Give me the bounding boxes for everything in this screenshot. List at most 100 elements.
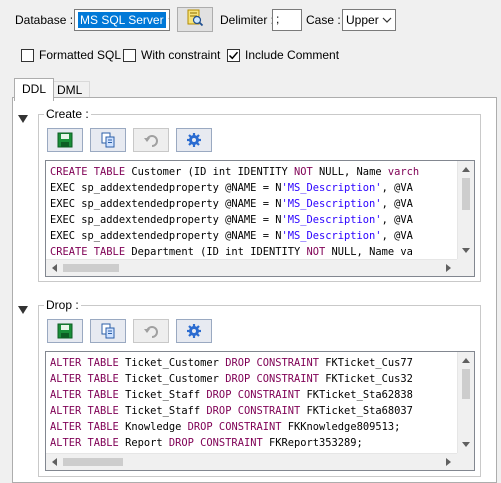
sql-text: NULL, Name va bbox=[325, 246, 413, 258]
tab-ddl[interactable]: DDL bbox=[14, 78, 55, 101]
sql-text: Knowledge bbox=[118, 421, 188, 433]
scroll-thumb[interactable] bbox=[462, 369, 470, 399]
include-comment-checkbox[interactable]: Include Comment bbox=[227, 48, 339, 62]
sql-text: EXEC sp_addextendedproperty @NAME = N bbox=[50, 214, 282, 226]
create-sql-line: EXEC sp_addextendedproperty @NAME = N'MS… bbox=[50, 180, 457, 196]
create-sql-editor[interactable]: CREATE TABLE Customer (ID int IDENTITY N… bbox=[45, 160, 475, 277]
scroll-thumb[interactable] bbox=[63, 264, 119, 272]
formatted-sql-checkbox[interactable]: Formatted SQL bbox=[21, 48, 121, 62]
sql-text: EXEC sp_addextendedproperty @NAME = N bbox=[50, 198, 282, 210]
sql-keyword: ALTER TABLE bbox=[50, 421, 119, 433]
sql-text: Ticket_Customer bbox=[118, 373, 226, 385]
save-icon bbox=[57, 132, 73, 148]
drop-sql-editor[interactable]: ALTER TABLE Ticket_Customer DROP CONSTRA… bbox=[45, 351, 475, 471]
scroll-right-icon[interactable] bbox=[446, 264, 451, 272]
scroll-up-icon[interactable] bbox=[462, 358, 470, 363]
scrollbar-corner bbox=[457, 259, 474, 276]
sql-keyword: ALTER TABLE bbox=[50, 437, 119, 449]
chevron-down-icon bbox=[379, 10, 395, 30]
settings-icon bbox=[187, 324, 201, 338]
tab-dml[interactable]: DML bbox=[49, 81, 91, 98]
case-select[interactable]: Upper bbox=[342, 9, 396, 31]
sql-text: , @VA bbox=[381, 198, 413, 210]
with-constraint-checkbox[interactable]: With constraint bbox=[123, 48, 220, 62]
create-copy-button[interactable] bbox=[90, 128, 126, 152]
collapse-create-icon[interactable] bbox=[18, 115, 28, 123]
drop-vertical-scrollbar[interactable] bbox=[457, 352, 474, 453]
database-select[interactable]: MS SQL Server bbox=[74, 9, 170, 31]
sql-text: FKTicket_Cus77 bbox=[319, 357, 413, 369]
sql-text: , @VA bbox=[381, 230, 413, 242]
chevron-down-icon bbox=[168, 10, 169, 30]
sql-string: 'MS_Description' bbox=[281, 214, 382, 226]
checkbox-box bbox=[123, 48, 136, 62]
include-comment-label: Include Comment bbox=[245, 48, 340, 62]
drop-sql-line: ALTER TABLE Ticket_Customer DROP CONSTRA… bbox=[50, 371, 457, 387]
sql-keyword: DROP CONSTRAINT bbox=[168, 437, 263, 449]
sql-text: FKTicket_Sta62838 bbox=[300, 389, 413, 401]
create-sql-line: CREATE TABLE Customer (ID int IDENTITY N… bbox=[50, 164, 457, 180]
create-undo-button[interactable] bbox=[133, 128, 169, 152]
checkbox-box bbox=[21, 48, 34, 62]
sql-text: Department (ID int IDENTITY bbox=[125, 246, 307, 258]
sql-text: FKTicket_Cus32 bbox=[319, 373, 413, 385]
database-value: MS SQL Server bbox=[78, 12, 166, 28]
browse-database-button[interactable] bbox=[177, 7, 213, 32]
sql-keyword: DROP CONSTRAINT bbox=[206, 405, 301, 417]
create-vertical-scrollbar[interactable] bbox=[457, 161, 474, 259]
create-sql-line: CREATE TABLE Department (ID int IDENTITY… bbox=[50, 244, 457, 259]
create-sql-code: CREATE TABLE Customer (ID int IDENTITY N… bbox=[46, 161, 457, 259]
scroll-up-icon[interactable] bbox=[462, 167, 470, 172]
drop-sql-line: ALTER TABLE Ticket_Customer DROP CONSTRA… bbox=[50, 355, 457, 371]
sql-text: NULL, Name bbox=[312, 166, 388, 178]
drop-section-title: Drop : bbox=[44, 298, 81, 312]
scroll-left-icon[interactable] bbox=[52, 458, 57, 466]
drop-copy-button[interactable] bbox=[90, 319, 126, 343]
sql-string: 'MS_Description' bbox=[281, 230, 382, 242]
checkmark-icon bbox=[228, 51, 239, 59]
sql-text: EXEC sp_addextendedproperty @NAME = N bbox=[50, 182, 282, 194]
create-save-button[interactable] bbox=[47, 128, 83, 152]
sql-text: FKTicket_Sta68037 bbox=[300, 405, 413, 417]
sql-text: FKReport353289; bbox=[262, 437, 363, 449]
scroll-thumb[interactable] bbox=[63, 458, 123, 466]
delimiter-input[interactable]: ; bbox=[272, 9, 302, 31]
tab-dml-label: DML bbox=[57, 83, 83, 97]
collapse-drop-icon[interactable] bbox=[18, 306, 28, 314]
drop-sql-line: ALTER TABLE Ticket_Staff DROP CONSTRAINT… bbox=[50, 403, 457, 419]
sql-text: , @VA bbox=[381, 214, 413, 226]
create-sql-line: EXEC sp_addextendedproperty @NAME = N'MS… bbox=[50, 196, 457, 212]
sql-keyword: ALTER TABLE bbox=[50, 357, 119, 369]
formatted-sql-label: Formatted SQL bbox=[39, 48, 122, 62]
sql-keyword: ALTER TABLE bbox=[50, 373, 119, 385]
undo-icon bbox=[144, 326, 158, 338]
create-sql-line: EXEC sp_addextendedproperty @NAME = N'MS… bbox=[50, 212, 457, 228]
sql-string: 'MS_Description' bbox=[281, 198, 382, 210]
case-value: Upper bbox=[346, 13, 379, 27]
scroll-down-icon[interactable] bbox=[462, 248, 470, 253]
sql-text: , @VA bbox=[381, 182, 413, 194]
scroll-down-icon[interactable] bbox=[462, 442, 470, 447]
create-horizontal-scrollbar[interactable] bbox=[46, 259, 457, 276]
sql-keyword: varch bbox=[387, 166, 420, 178]
sql-keyword: DROP CONSTRAINT bbox=[187, 421, 282, 433]
sql-keyword: DROP CONSTRAINT bbox=[225, 373, 320, 385]
scroll-right-icon[interactable] bbox=[446, 458, 451, 466]
sql-keyword: ALTER TABLE bbox=[50, 389, 119, 401]
sql-keyword: CREATE TABLE bbox=[50, 166, 126, 178]
sql-keyword: CREATE TABLE bbox=[50, 246, 126, 258]
create-settings-button[interactable] bbox=[176, 128, 212, 152]
sql-text: Ticket_Staff bbox=[118, 389, 207, 401]
drop-undo-button[interactable] bbox=[133, 319, 169, 343]
drop-horizontal-scrollbar[interactable] bbox=[46, 453, 457, 470]
sql-text: Ticket_Staff bbox=[118, 405, 207, 417]
sql-string: 'MS_Description' bbox=[281, 182, 382, 194]
drop-sql-code: ALTER TABLE Ticket_Customer DROP CONSTRA… bbox=[46, 352, 457, 453]
scroll-thumb[interactable] bbox=[462, 178, 470, 210]
drop-settings-button[interactable] bbox=[176, 319, 212, 343]
copy-icon bbox=[101, 132, 115, 148]
database-browse-icon bbox=[186, 9, 204, 30]
scroll-left-icon[interactable] bbox=[52, 264, 57, 272]
with-constraint-label: With constraint bbox=[141, 48, 221, 62]
drop-save-button[interactable] bbox=[47, 319, 83, 343]
